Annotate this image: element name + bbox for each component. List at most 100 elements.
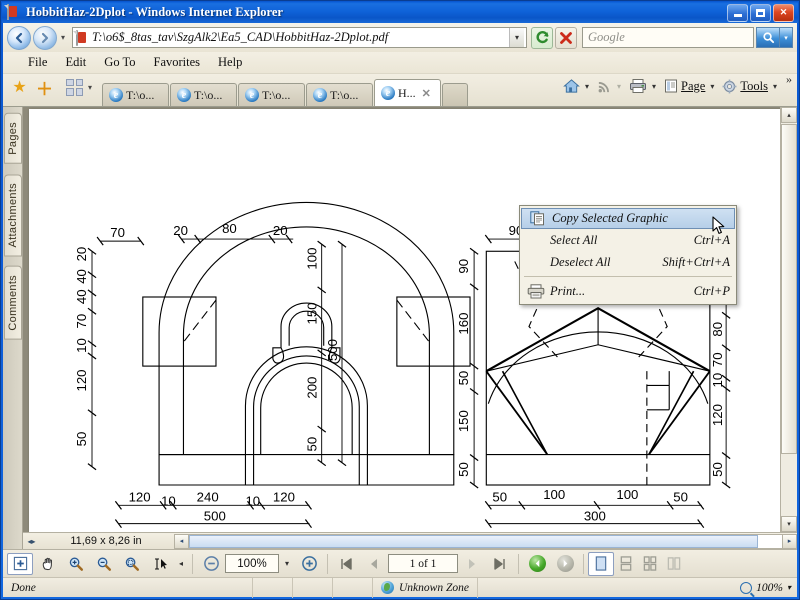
search-provider-dropdown[interactable]: ▾ [780,27,793,48]
close-button[interactable]: ✕ [773,3,794,22]
hand-tool-button[interactable] [35,553,61,575]
print-button[interactable] [626,76,650,96]
maximize-button[interactable] [750,3,771,22]
pdf-toolbar: ◂ 100% ▾ 1 of 1 [3,549,797,577]
pdf-page[interactable]: 20 80 20 70 120 10 240 10 120 500 20 40 … [29,109,781,532]
toolbar-separator [583,553,584,574]
status-zoom-control[interactable]: 100% ▾ [734,581,797,594]
continuous-facing-layout-button[interactable] [662,553,686,575]
last-page-button[interactable] [487,553,513,575]
add-to-favorites-icon[interactable]: ＋ [35,78,54,99]
zoom-in-tool-button[interactable] [63,553,89,575]
sidebar-tab-attachments[interactable]: Attachments [3,173,22,257]
document-vertical-scrollbar[interactable]: ▴ ▾ [780,107,797,532]
marquee-zoom-button[interactable] [119,553,145,575]
zoom-in-button[interactable] [296,553,322,575]
context-menu-item-print[interactable]: Print... Ctrl+P [520,280,736,302]
sidebar-tab-pages[interactable]: Pages [3,113,22,164]
context-menu-item-select-all[interactable]: Select All Ctrl+A [520,229,736,251]
tab-close-icon[interactable]: ✕ [422,87,431,100]
tab-5-active[interactable]: H... ✕ [374,79,441,106]
svg-text:70: 70 [710,352,725,367]
hscroll-right-button[interactable]: ▸ [782,533,797,549]
menu-favorites[interactable]: Favorites [145,54,210,71]
show-hide-navigation-button[interactable] [7,552,33,575]
gear-icon [722,79,737,93]
page-menu-dropdown[interactable]: ▾ [710,82,714,91]
address-dropdown-button[interactable]: ▾ [509,28,524,47]
pdf-document-icon [7,4,22,20]
tab-bar: ★ ＋ ▾ T:\o... T:\o... [3,72,797,107]
tab-label: T:\o... [330,87,359,102]
horizontal-scroll-thumb[interactable] [189,534,759,548]
search-button[interactable] [756,27,780,48]
scroll-down-button[interactable]: ▾ [781,516,797,532]
search-input[interactable]: Google [583,30,625,45]
search-box[interactable]: Google [582,27,754,48]
forward-button[interactable] [33,25,57,50]
printer-icon [526,283,546,300]
tab-label: T:\o... [262,87,291,102]
vertical-scroll-thumb[interactable] [781,124,797,454]
svg-text:100: 100 [616,487,638,502]
horizontal-scroll-track[interactable] [189,533,782,549]
first-page-button[interactable] [333,553,359,575]
context-menu-item-deselect-all[interactable]: Deselect All Shift+Ctrl+A [520,251,736,273]
next-view-button[interactable] [552,553,578,575]
zoom-level-input[interactable]: 100% [225,554,279,573]
print-dropdown[interactable]: ▾ [652,82,656,91]
history-dropdown-button[interactable]: ▾ [57,33,69,42]
feeds-button[interactable] [594,77,615,96]
status-zoom-dropdown[interactable]: ▾ [787,583,791,592]
tab-2[interactable]: T:\o... [170,83,237,106]
zoom-out-button[interactable] [198,553,224,575]
zoom-level-dropdown[interactable]: ▾ [280,553,294,575]
page-number-input[interactable]: 1 of 1 [388,554,458,573]
internet-explorer-icon [313,88,327,102]
previous-view-button[interactable] [524,553,550,575]
scroll-up-button[interactable]: ▴ [781,107,797,123]
tab-1[interactable]: T:\o... [102,83,169,106]
previous-page-button[interactable] [361,553,387,575]
favorites-center-icon[interactable]: ★ [10,78,29,97]
svg-text:80: 80 [710,322,725,337]
refresh-button[interactable] [531,26,553,49]
continuous-layout-button[interactable] [614,553,638,575]
context-menu-item-copy-selected-graphic[interactable]: Copy Selected Graphic [521,208,735,229]
next-page-button[interactable] [459,553,485,575]
menu-edit[interactable]: Edit [56,54,95,71]
address-input[interactable]: T:\o6$_8tas_tav\SzgAlk2\Ea5_CAD\HobbitHa… [92,30,509,45]
front-dimension-labels: 20 80 20 70 120 10 240 10 120 500 20 40 … [74,221,340,524]
tab-3[interactable]: T:\o... [238,83,305,106]
address-bar[interactable]: T:\o6$_8tas_tav\SzgAlk2\Ea5_CAD\HobbitHa… [72,27,527,48]
tools-menu-button[interactable]: Tools [719,77,771,96]
menu-go-to[interactable]: Go To [95,54,144,71]
sidebar-tab-comments[interactable]: Comments [3,266,22,340]
hscroll-left-button[interactable]: ◂ [174,533,189,549]
svg-text:500: 500 [325,339,340,361]
home-button[interactable] [560,76,583,96]
single-page-layout-button[interactable] [588,551,614,576]
new-tab-button[interactable] [442,83,468,106]
tab-label: H... [398,85,416,100]
tab-4[interactable]: T:\o... [306,83,373,106]
facing-layout-button[interactable] [638,553,662,575]
back-button[interactable] [7,25,31,50]
home-dropdown[interactable]: ▾ [585,82,589,91]
security-zone-label: Unknown Zone [399,581,469,594]
sidebar-splitter-handle[interactable]: ◂▸ [25,534,38,549]
page-menu-button[interactable]: Page [661,77,708,96]
security-zone[interactable]: Unknown Zone [373,577,478,598]
quick-tabs-dropdown[interactable]: ▾ [84,83,96,92]
svg-text:100: 100 [543,487,565,502]
tools-menu-dropdown[interactable]: ▾ [773,82,777,91]
select-tool-dropdown[interactable]: ◂ [175,553,187,575]
zoom-out-tool-button[interactable] [91,553,117,575]
stop-button[interactable] [555,26,577,49]
select-tool-button[interactable] [147,553,173,575]
quick-tabs-icon[interactable] [66,78,83,96]
menu-file[interactable]: File [19,54,56,71]
toolbar-overflow-icon[interactable]: » [786,70,792,87]
minimize-button[interactable] [727,3,748,22]
menu-help[interactable]: Help [209,54,251,71]
